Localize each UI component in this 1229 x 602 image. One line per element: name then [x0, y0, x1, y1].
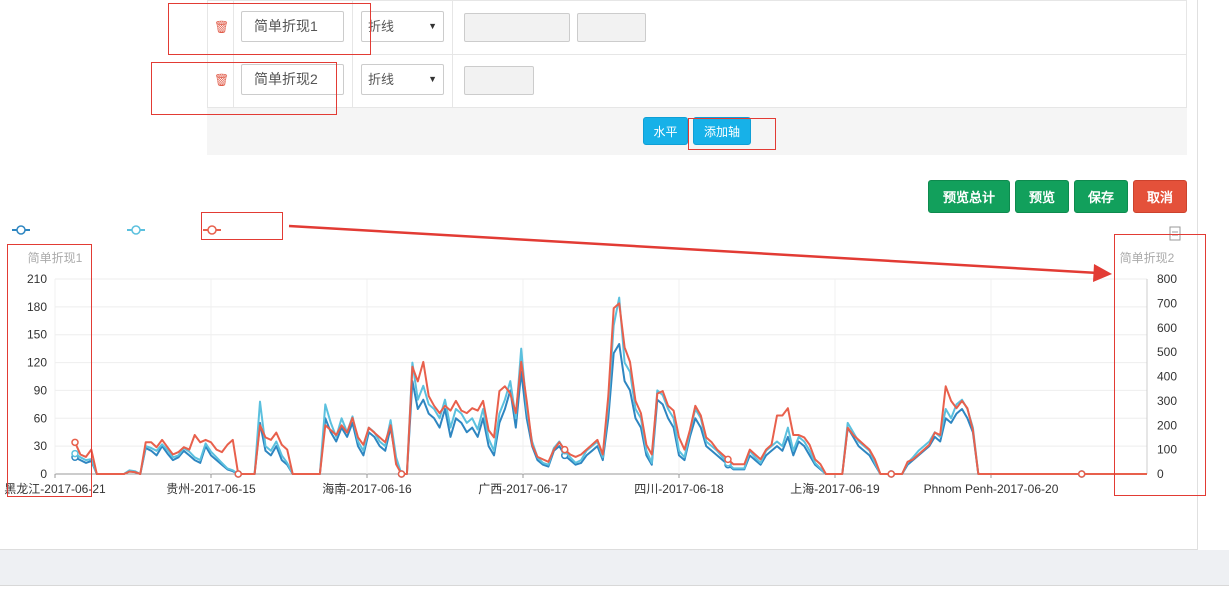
page-footer-bottom: [0, 585, 1229, 602]
annotation-arrow: [288, 224, 1112, 282]
page-footer: [0, 550, 1229, 585]
